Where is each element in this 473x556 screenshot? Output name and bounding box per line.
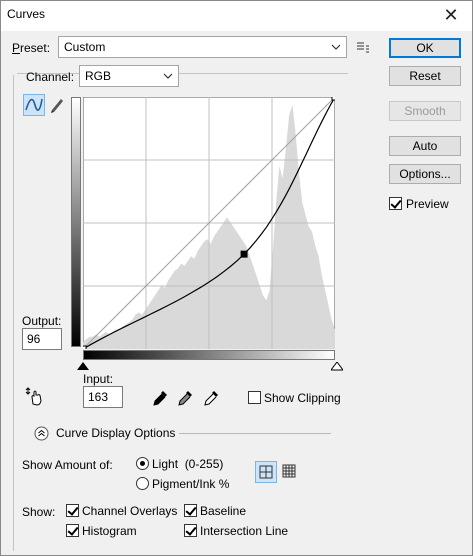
channel-dropdown[interactable]: RGB bbox=[79, 65, 179, 87]
output-gradient-bar bbox=[71, 97, 81, 347]
output-field[interactable]: 96 bbox=[22, 328, 62, 350]
smooth-button[interactable]: Smooth bbox=[389, 101, 461, 121]
preset-value: Custom bbox=[64, 40, 106, 54]
channel-value: RGB bbox=[85, 69, 112, 83]
preset-dropdown[interactable]: Custom bbox=[58, 36, 347, 58]
intersection-line-label: Intersection Line bbox=[200, 524, 289, 538]
histogram-checkbox[interactable] bbox=[66, 524, 79, 537]
preview-checkbox[interactable] bbox=[389, 197, 402, 210]
pencil-tool[interactable] bbox=[47, 94, 69, 116]
hand-adjust-icon[interactable] bbox=[24, 386, 46, 408]
input-gradient-bar bbox=[83, 350, 335, 360]
options-button[interactable]: Options... bbox=[389, 164, 461, 184]
intersection-line-checkbox[interactable] bbox=[184, 524, 197, 537]
input-label: Input: bbox=[83, 372, 114, 386]
auto-button[interactable]: Auto bbox=[389, 136, 461, 156]
detailed-grid-button[interactable] bbox=[279, 461, 301, 483]
chevron-down-icon bbox=[163, 73, 173, 79]
simple-grid-icon bbox=[259, 465, 273, 479]
simple-grid-button[interactable] bbox=[255, 461, 277, 483]
curve-point-tool[interactable] bbox=[23, 94, 45, 116]
show-amount-label: Show Amount of: bbox=[22, 458, 113, 472]
preset-label: Preset: bbox=[12, 41, 51, 55]
preset-label-rest: reset: bbox=[20, 41, 51, 55]
input-field[interactable]: 163 bbox=[83, 386, 123, 408]
title-bar: Curves ✕ bbox=[1, 1, 472, 31]
channel-overlays-checkbox[interactable] bbox=[66, 504, 79, 517]
pigment-radio-label: Pigment/Ink % bbox=[152, 477, 230, 491]
black-point-slider[interactable] bbox=[77, 362, 89, 371]
curves-dialog: Curves ✕ Preset: Custom OK Reset Smooth … bbox=[0, 0, 473, 556]
window-title: Curves bbox=[7, 7, 46, 21]
preset-menu-icon[interactable] bbox=[356, 41, 370, 53]
detailed-grid-icon bbox=[282, 464, 296, 478]
light-radio-label: Light (0-255) bbox=[152, 457, 224, 471]
curve-graph[interactable] bbox=[83, 97, 335, 349]
curve-point bbox=[83, 345, 87, 349]
histogram-label: Histogram bbox=[82, 524, 137, 538]
output-label: Output: bbox=[22, 314, 62, 328]
black-eyedropper-icon[interactable] bbox=[151, 389, 169, 407]
gray-eyedropper-icon[interactable] bbox=[176, 389, 194, 407]
light-radio[interactable] bbox=[136, 457, 149, 470]
selected-curve-point bbox=[240, 250, 248, 258]
channel-label: Channel: bbox=[26, 70, 75, 84]
curve-point bbox=[331, 97, 335, 101]
section-divider bbox=[179, 433, 331, 434]
baseline-checkbox[interactable] bbox=[184, 504, 197, 517]
preview-label: Preview bbox=[406, 197, 449, 211]
channel-overlays-label: Channel Overlays bbox=[82, 504, 178, 518]
pigment-radio[interactable] bbox=[136, 477, 149, 490]
chevron-down-icon bbox=[331, 44, 341, 50]
close-icon[interactable]: ✕ bbox=[440, 4, 462, 26]
ok-button[interactable]: OK bbox=[389, 38, 461, 58]
show-label: Show: bbox=[22, 505, 56, 519]
white-point-slider[interactable] bbox=[331, 362, 343, 371]
baseline-label: Baseline bbox=[200, 504, 247, 518]
frame-corner bbox=[11, 69, 17, 75]
reset-button[interactable]: Reset bbox=[389, 66, 461, 86]
show-clipping-label: Show Clipping bbox=[264, 391, 341, 405]
show-clipping-checkbox[interactable] bbox=[248, 391, 261, 404]
white-eyedropper-icon[interactable] bbox=[202, 389, 220, 407]
collapse-icon[interactable] bbox=[34, 426, 49, 441]
pencil-icon bbox=[51, 99, 63, 113]
curve-display-options-label: Curve Display Options bbox=[56, 426, 176, 440]
curve-tool-icon bbox=[25, 98, 43, 111]
